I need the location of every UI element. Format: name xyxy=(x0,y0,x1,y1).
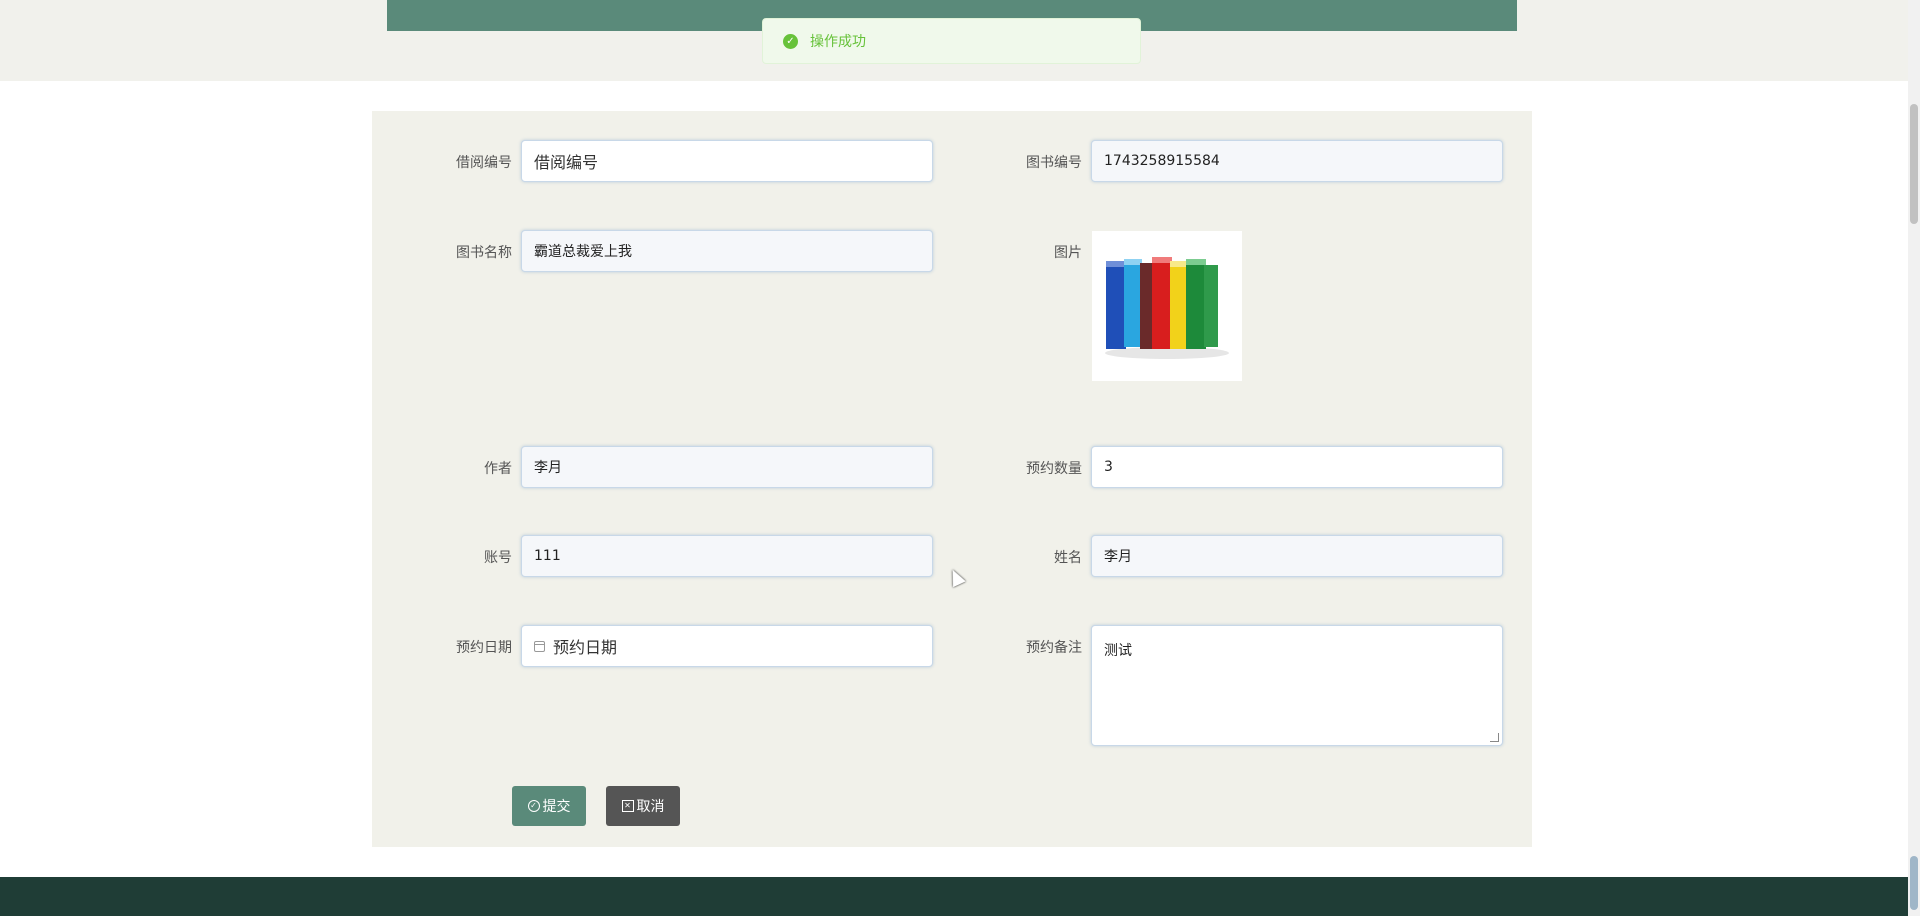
check-circle-icon: ✓ xyxy=(783,33,798,49)
borrow-no-label: 借阅编号 xyxy=(456,155,512,171)
account-label: 账号 xyxy=(484,550,512,566)
image-label: 图片 xyxy=(1054,245,1082,261)
reserve-qty-label: 预约数量 xyxy=(1026,461,1082,477)
success-toast: ✓ 操作成功 xyxy=(762,18,1141,64)
borrow-no-placeholder: 借阅编号 xyxy=(534,153,599,172)
book-no-value: 1743258915584 xyxy=(1104,153,1220,169)
scrollbar-thumb-secondary[interactable] xyxy=(1910,856,1918,910)
reserve-qty-input[interactable]: 3 xyxy=(1091,446,1503,488)
cancel-label: 取消 xyxy=(636,799,665,815)
borrow-no-input[interactable]: 借阅编号 xyxy=(521,140,933,182)
cancel-button[interactable]: ✕ 取消 xyxy=(606,786,680,826)
resize-handle-icon[interactable] xyxy=(1490,733,1499,742)
reserve-date-picker[interactable]: 预约日期 xyxy=(521,625,933,667)
reserve-qty-value: 3 xyxy=(1104,459,1113,475)
close-square-icon: ✕ xyxy=(621,800,634,812)
reserve-date-label: 预约日期 xyxy=(456,640,512,656)
check-circle-icon: ✓ xyxy=(527,800,540,812)
account-input[interactable]: 111 xyxy=(521,535,933,577)
scrollbar-thumb[interactable] xyxy=(1910,104,1918,224)
account-value: 111 xyxy=(534,548,561,564)
author-label: 作者 xyxy=(484,461,512,477)
author-input[interactable]: 李月 xyxy=(521,446,933,488)
submit-button[interactable]: ✓ 提交 xyxy=(512,786,586,826)
book-no-input[interactable]: 1743258915584 xyxy=(1091,140,1503,182)
scrollbar[interactable] xyxy=(1908,0,1920,916)
name-value: 李月 xyxy=(1104,549,1132,565)
submit-label: 提交 xyxy=(542,799,571,815)
books-icon xyxy=(1092,231,1242,381)
reserve-note-textarea[interactable]: 测试 xyxy=(1091,625,1503,746)
calendar-icon xyxy=(534,640,545,652)
reserve-note-label: 预约备注 xyxy=(1026,640,1082,656)
book-name-input[interactable]: 霸道总裁爱上我 xyxy=(521,230,933,272)
name-input[interactable]: 李月 xyxy=(1091,535,1503,577)
book-image[interactable] xyxy=(1092,231,1242,381)
toast-message: 操作成功 xyxy=(810,34,866,50)
reserve-date-placeholder: 预约日期 xyxy=(553,638,618,657)
author-value: 李月 xyxy=(534,460,562,476)
name-label: 姓名 xyxy=(1054,550,1082,566)
book-no-label: 图书编号 xyxy=(1026,155,1082,171)
book-name-value: 霸道总裁爱上我 xyxy=(534,244,632,260)
reserve-note-value: 测试 xyxy=(1104,643,1132,659)
book-name-label: 图书名称 xyxy=(456,245,512,261)
footer xyxy=(0,877,1908,916)
